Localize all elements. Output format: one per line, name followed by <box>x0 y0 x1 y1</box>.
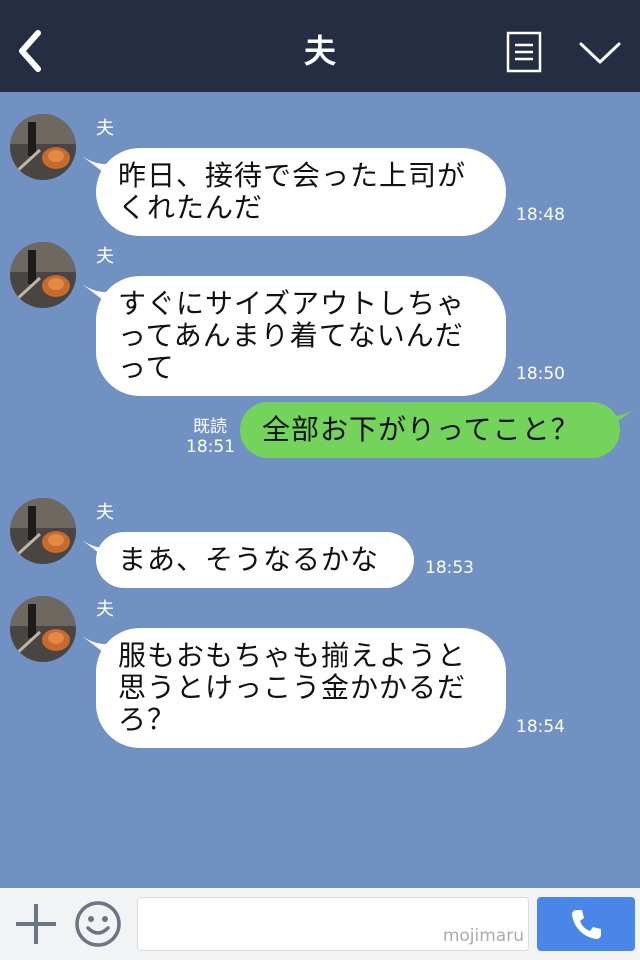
sender-name: 夫 <box>96 246 114 267</box>
emoji-button[interactable] <box>74 900 122 948</box>
message-time: 18:51 <box>186 437 235 457</box>
chat-header: 夫 <box>0 0 640 92</box>
watermark-text: mojimaru <box>442 926 524 946</box>
plus-icon <box>16 904 56 944</box>
avatar-photo <box>10 242 76 308</box>
message-line: 昨日、接待で会った上司が <box>118 159 467 192</box>
message-line: ってあんまり着てないんだ <box>118 319 464 352</box>
message-line: 全部お下がりってこと？ <box>262 413 580 446</box>
message-line: って <box>118 351 175 384</box>
menu-toggle-button[interactable] <box>578 38 622 68</box>
chat-title: 夫 <box>303 32 336 70</box>
chevron-down-icon <box>579 42 621 64</box>
message-time: 18:53 <box>425 558 474 578</box>
call-button[interactable] <box>537 897 635 951</box>
avatar[interactable] <box>10 114 76 180</box>
message-bubble[interactable]: 昨日、接待で会った上司が くれたんだ <box>96 148 506 236</box>
avatar[interactable] <box>10 242 76 308</box>
chevron-left-icon <box>19 30 41 72</box>
avatar-photo <box>10 596 76 662</box>
back-button[interactable] <box>10 28 50 74</box>
smiley-icon <box>75 901 121 947</box>
add-button[interactable] <box>14 902 58 946</box>
avatar[interactable] <box>10 596 76 662</box>
message-time: 18:54 <box>516 717 565 737</box>
message-line: ろ？ <box>118 703 177 736</box>
message-bubble[interactable]: まあ、そうなるかな <box>96 532 414 588</box>
message-line: すぐにサイズアウトしちゃ <box>118 287 466 320</box>
message-time: 18:48 <box>516 205 565 225</box>
message-bubble[interactable]: すぐにサイズアウトしちゃ ってあんまり着てないんだ って <box>96 276 506 396</box>
avatar-photo <box>10 498 76 564</box>
message-line: まあ、そうなるかな <box>118 543 380 576</box>
avatar-photo <box>10 114 76 180</box>
message-line: くれたんだ <box>118 191 264 224</box>
sender-name: 夫 <box>96 599 114 620</box>
message-line: 服もおもちゃも揃えようと <box>118 639 467 672</box>
message-line: 思うとけっこう金かかるだ <box>118 671 467 704</box>
message-bubble[interactable]: 服もおもちゃも揃えようと 思うとけっこう金かかるだ ろ？ <box>96 628 506 748</box>
message-bubble-outgoing[interactable]: 全部お下がりってこと？ <box>240 402 620 458</box>
notes-button[interactable] <box>506 31 542 73</box>
sender-name: 夫 <box>96 118 114 139</box>
notes-icon <box>506 31 542 73</box>
avatar[interactable] <box>10 498 76 564</box>
sender-name: 夫 <box>96 502 114 523</box>
read-label: 既読 <box>193 417 227 437</box>
message-time: 18:50 <box>516 364 565 384</box>
phone-icon <box>572 910 601 939</box>
read-receipt: 既読 18:51 <box>186 417 235 457</box>
